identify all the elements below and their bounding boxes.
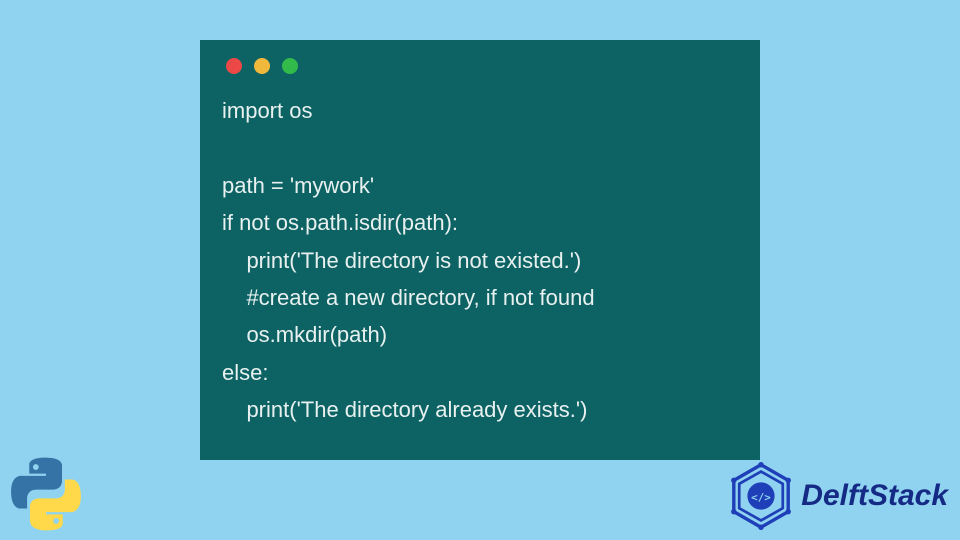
python-icon [6, 454, 86, 534]
code-line: print('The directory is not existed.') [222, 248, 581, 273]
code-line: os.mkdir(path) [222, 322, 387, 347]
code-line: else: [222, 360, 268, 385]
window-traffic-lights [222, 58, 738, 74]
svg-text:</>: </> [751, 491, 771, 504]
minimize-icon [254, 58, 270, 74]
brand-name: DelftStack [801, 479, 948, 513]
close-icon [226, 58, 242, 74]
code-line: print('The directory already exists.') [222, 397, 587, 422]
code-line: if not os.path.isdir(path): [222, 210, 458, 235]
code-line: path = 'mywork' [222, 173, 374, 198]
delftstack-icon: </> [727, 462, 795, 530]
code-line: #create a new directory, if not found [222, 285, 595, 310]
code-block: import os path = 'mywork' if not os.path… [222, 92, 738, 429]
code-line: import os [222, 98, 312, 123]
code-window: import os path = 'mywork' if not os.path… [200, 40, 760, 460]
brand: </> DelftStack [727, 462, 948, 530]
maximize-icon [282, 58, 298, 74]
